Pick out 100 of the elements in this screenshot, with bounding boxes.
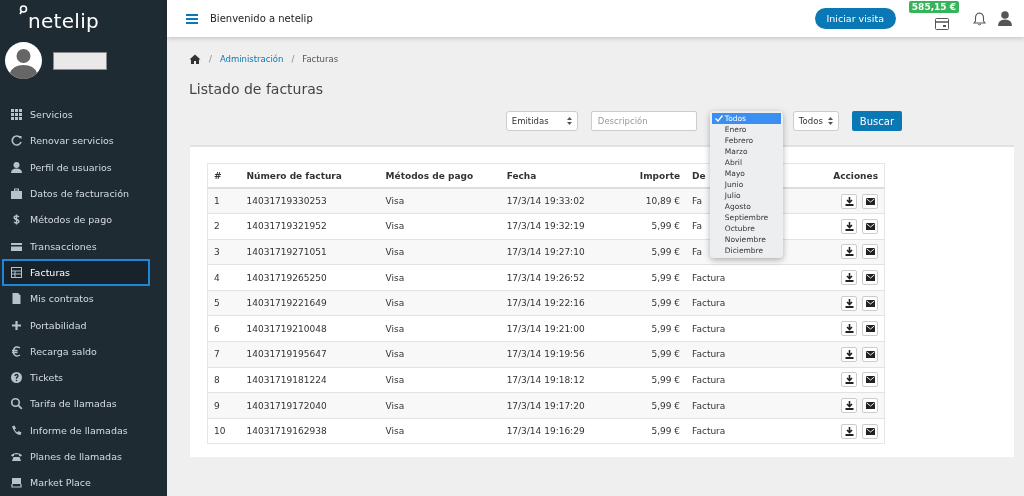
table-icon: [10, 265, 23, 279]
table-cell: Factura: [686, 341, 798, 368]
table-cell: 1: [207, 188, 241, 214]
table-cell: 5,99 €: [616, 341, 687, 368]
sidebar-item[interactable]: Informe de llamadas: [0, 417, 150, 444]
table-cell: 3: [207, 239, 241, 265]
download-button[interactable]: [841, 423, 857, 439]
up-down-arrows-icon: [827, 117, 833, 125]
table-cell: 10: [207, 418, 241, 444]
table-cell: 14031719172040: [240, 392, 380, 419]
dollar-icon: [10, 213, 23, 227]
download-button[interactable]: [841, 321, 857, 337]
table-cell: 14031719330253: [240, 188, 380, 214]
envelope-icon: [865, 325, 875, 333]
bell-icon[interactable]: [973, 11, 986, 26]
download-icon: [844, 324, 854, 334]
sidebar-item[interactable]: Portabilidad: [0, 311, 150, 339]
download-button[interactable]: [841, 218, 857, 234]
email-button[interactable]: [862, 372, 878, 388]
envelope-icon: [865, 274, 875, 282]
envelope-icon: [865, 248, 875, 256]
table-cell: 17/3/14 19:19:56: [500, 341, 617, 368]
sidebar-item[interactable]: Renovar servicios: [0, 127, 150, 155]
sidebar-item[interactable]: Métodos de pago: [0, 206, 150, 234]
phone-icon: [10, 423, 23, 437]
email-button[interactable]: [862, 423, 878, 439]
sidebar-item[interactable]: Market Place: [0, 469, 150, 496]
envelope-icon: [865, 197, 875, 205]
table-cell: Factura: [686, 392, 798, 419]
email-button[interactable]: [862, 321, 878, 337]
sidebar-item[interactable]: Mis contratos: [0, 285, 150, 312]
table-cell: Factura: [686, 290, 798, 316]
check-icon: [714, 115, 723, 122]
email-button[interactable]: [862, 295, 878, 311]
table-cell: Visa: [379, 290, 501, 316]
sidebar-item[interactable]: Datos de facturación: [0, 180, 150, 207]
download-icon: [844, 349, 854, 359]
table-cell: 17/3/14 19:16:29: [500, 418, 617, 444]
menu-icon[interactable]: [186, 13, 198, 24]
balance-badge: 585,15 €: [908, 0, 959, 13]
download-icon: [844, 247, 854, 257]
search-icon: [10, 397, 23, 411]
table-cell: Visa: [379, 239, 501, 265]
telephone-icon: [10, 450, 23, 464]
table-cell: 14031719162938: [240, 418, 380, 444]
breadcrumb-separator: /: [291, 54, 295, 64]
download-icon: [844, 426, 854, 436]
table-cell: Visa: [379, 188, 501, 214]
type-select[interactable]: Emitidas: [505, 111, 578, 131]
avatar-icon: [5, 42, 42, 80]
sidebar-item[interactable]: Tickets: [0, 364, 150, 391]
table-cell: 17/3/14 19:33:02: [500, 188, 617, 214]
email-button[interactable]: [862, 398, 878, 414]
table-cell: Visa: [379, 341, 501, 368]
help-icon: [10, 371, 23, 385]
breadcrumb-current: Facturas: [302, 54, 339, 64]
sidebar-item[interactable]: Planes de llamadas: [0, 443, 150, 470]
download-button[interactable]: [841, 372, 857, 388]
sidebar-item[interactable]: Transacciones: [0, 233, 150, 260]
sidebar-item[interactable]: Facturas: [2, 259, 150, 286]
download-icon: [844, 273, 854, 283]
up-down-arrows-icon: [566, 117, 572, 125]
table-cell: 5,99 €: [616, 290, 687, 316]
table-cell: 17/3/14 19:22:16: [500, 290, 617, 316]
welcome-text: Bienvenido a netelip: [210, 13, 314, 24]
email-button[interactable]: [862, 218, 878, 234]
search-button[interactable]: Buscar: [851, 111, 902, 131]
download-icon: [844, 221, 854, 231]
table-cell: Visa: [379, 418, 501, 444]
download-button[interactable]: [841, 193, 857, 209]
download-button[interactable]: [841, 270, 857, 286]
download-button[interactable]: [841, 295, 857, 311]
start-visit-button[interactable]: Iniciar visita: [814, 8, 896, 29]
year-select[interactable]: Todos: [792, 111, 839, 131]
envelope-icon: [865, 222, 875, 230]
download-button[interactable]: [841, 398, 857, 414]
table-cell: 5,99 €: [616, 239, 687, 265]
download-icon: [844, 196, 854, 206]
download-icon: [844, 401, 854, 411]
email-button[interactable]: [862, 346, 878, 362]
sidebar-item[interactable]: Perfil de usuarios: [0, 154, 150, 181]
euro-icon: [10, 344, 23, 358]
envelope-icon: [865, 350, 875, 358]
table-cell: Visa: [379, 392, 501, 419]
download-button[interactable]: [841, 346, 857, 362]
card-icon[interactable]: [935, 17, 949, 30]
breadcrumb-link[interactable]: Administración: [219, 54, 284, 64]
table-cell: 14031719195647: [240, 341, 380, 368]
email-button[interactable]: [862, 270, 878, 286]
sidebar-item[interactable]: Recarga saldo: [0, 338, 150, 365]
sidebar-item[interactable]: Servicios: [0, 101, 150, 128]
user-icon[interactable]: [998, 11, 1012, 26]
home-icon[interactable]: [189, 54, 201, 64]
email-button[interactable]: [862, 193, 878, 209]
download-button[interactable]: [841, 244, 857, 260]
description-field[interactable]: Descripción: [590, 111, 697, 131]
email-button[interactable]: [862, 244, 878, 260]
envelope-icon: [865, 376, 875, 384]
sidebar-item[interactable]: Tarifa de llamadas: [0, 390, 150, 418]
table-cell: 14031719221649: [240, 290, 380, 316]
